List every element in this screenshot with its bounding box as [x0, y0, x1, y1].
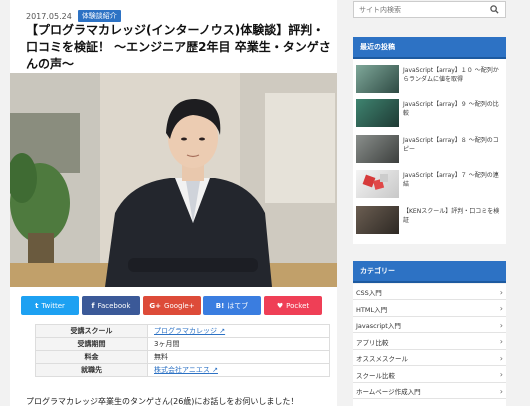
recent-post-thumbnail[interactable] — [356, 206, 399, 234]
facebook-icon: f — [91, 301, 95, 310]
info-value-cell: 株式会社アニエス ↗ — [147, 363, 330, 377]
recent-post-item[interactable]: JavaScript【array】８ 〜配列のコピー — [356, 135, 504, 165]
recent-post-thumbnail[interactable] — [356, 99, 399, 127]
info-value-cell: 3ヶ月間 — [147, 337, 330, 351]
chevron-right-icon: › — [499, 304, 503, 313]
category-item[interactable]: HTML入門 › — [353, 302, 506, 317]
site-search — [353, 1, 506, 18]
categories-list: CSS入門 › HTML入門 › Javascript入門 › アプリ比較 › オススメスクール… — [353, 284, 506, 406]
info-value-cell: 無料 — [147, 350, 330, 364]
categories-heading: カテゴリー — [353, 261, 506, 283]
chevron-right-icon: › — [499, 353, 503, 363]
external-link-icon: ↗ — [217, 327, 226, 335]
info-value: 無料 — [154, 353, 168, 361]
search-button[interactable] — [484, 2, 504, 17]
recent-post-title[interactable]: JavaScript【array】８ 〜配列のコピー — [399, 135, 504, 165]
info-link[interactable]: プログラマカレッジ ↗ — [154, 327, 225, 335]
share-label: Google+ — [164, 301, 195, 310]
post-date: 2017.05.24 — [26, 11, 72, 21]
chevron-right-icon: › — [499, 320, 503, 330]
table-row: 受講期間 3ヶ月間 — [35, 337, 330, 351]
category-label[interactable]: オススメスクール — [356, 353, 408, 363]
table-row: 受講スクール プログラマカレッジ ↗ — [35, 324, 330, 338]
article: 2017.05.24 体験談紹介 【プログラマカレッジ(インターノウス)体験談】… — [10, 0, 337, 406]
google-plus-icon: G+ — [149, 301, 162, 310]
info-link-text: プログラマカレッジ — [154, 327, 217, 335]
post-title: 【プログラマカレッジ(インターノウス)体験談】評判・口コミを検証！ 〜エンジニア… — [26, 23, 331, 71]
category-label[interactable]: スクール比較 — [356, 370, 395, 380]
chevron-right-icon: › — [499, 287, 503, 297]
chevron-right-icon: › — [499, 337, 503, 346]
info-value: 3ヶ月間 — [154, 340, 180, 348]
intro-text: プログラマカレッジ卒業生のタンゲさん(26歳)にお話しをお伺いしました！ — [26, 397, 299, 406]
info-key: 料金 — [35, 350, 148, 364]
search-icon — [489, 5, 499, 14]
share-label: はてブ — [227, 301, 249, 310]
category-badge[interactable]: 体験談紹介 — [77, 10, 121, 22]
info-key: 受講スクール — [35, 324, 148, 338]
recent-post-title[interactable]: JavaScript【array】９ 〜配列の比較 — [399, 99, 504, 129]
category-item[interactable]: Javascript入門 › — [353, 318, 506, 333]
table-row: 就職先 株式会社アニエス ↗ — [35, 363, 330, 377]
info-link-text: 株式会社アニエス — [154, 366, 210, 374]
recent-post-item[interactable]: JavaScript【array】７ 〜配列の連結 — [356, 170, 504, 200]
category-item[interactable]: CSS入門 › — [353, 285, 506, 300]
school-info-table: 受講スクール プログラマカレッジ ↗ 受講期間 3ヶ月間 料金 無料 就職先 株式会社アニエス… — [35, 324, 330, 377]
category-label[interactable]: Javascript入門 — [356, 320, 401, 330]
category-label[interactable]: HTML入門 — [356, 304, 387, 314]
post-meta: 2017.05.24 体験談紹介 — [26, 10, 121, 22]
info-key: 就職先 — [35, 363, 148, 377]
recent-post-thumbnail[interactable] — [356, 135, 399, 163]
hatena-icon: B! — [215, 301, 225, 310]
twitter-icon: t — [35, 301, 39, 310]
share-button-twitter[interactable]: t Twitter — [21, 296, 79, 315]
category-item[interactable]: スクール比較 › — [353, 368, 506, 383]
hero-photo — [10, 73, 337, 287]
external-link-icon: ↗ — [209, 366, 218, 374]
share-label: Twitter — [41, 301, 65, 310]
info-link[interactable]: 株式会社アニエス ↗ — [154, 366, 218, 374]
info-key: 受講期間 — [35, 337, 148, 351]
share-button-facebook[interactable]: f Facebook — [82, 296, 140, 315]
category-item[interactable]: ホームページ作成入門 › — [353, 384, 506, 399]
category-item[interactable]: オススメスクール › — [353, 351, 506, 366]
recent-post-item[interactable]: JavaScript【array】９ 〜配列の比較 — [356, 99, 504, 129]
recent-post-item[interactable]: JavaScript【array】１０ 〜配列からランダムに値を取得 — [356, 65, 504, 95]
recent-posts-list: JavaScript【array】１０ 〜配列からランダムに値を取得 JavaSc… — [353, 59, 506, 244]
share-button-pocket[interactable]: ♥ Pocket — [264, 296, 322, 315]
chevron-right-icon: › — [499, 386, 503, 396]
share-button-google[interactable]: G+ Google+ — [143, 296, 201, 315]
search-input[interactable] — [354, 5, 484, 14]
recent-post-title[interactable]: JavaScript【array】１０ 〜配列からランダムに値を取得 — [399, 65, 504, 95]
info-value-cell: プログラマカレッジ ↗ — [147, 324, 330, 338]
share-label: Facebook — [97, 301, 131, 310]
share-label: Pocket — [286, 301, 310, 310]
category-label[interactable]: アプリ比較 — [356, 337, 389, 347]
pocket-icon: ♥ — [276, 301, 284, 310]
category-label[interactable]: ホームページ作成入門 — [356, 386, 421, 396]
category-label[interactable]: CSS入門 — [356, 287, 382, 297]
category-item[interactable]: アプリ比較 › — [353, 335, 506, 350]
table-row: 料金 無料 — [35, 350, 330, 364]
recent-post-thumbnail[interactable] — [356, 65, 399, 93]
recent-post-title[interactable]: 【KENスクール】評判・口コミを検証 — [399, 206, 504, 236]
share-button-[interactable]: B! はてブ — [203, 296, 261, 315]
recent-posts-heading: 最近の投稿 — [353, 37, 506, 59]
recent-post-item[interactable]: 【KENスクール】評判・口コミを検証 — [356, 206, 504, 236]
chevron-right-icon: › — [499, 370, 503, 379]
recent-post-title[interactable]: JavaScript【array】７ 〜配列の連結 — [399, 170, 504, 200]
recent-post-thumbnail[interactable] — [356, 170, 399, 198]
